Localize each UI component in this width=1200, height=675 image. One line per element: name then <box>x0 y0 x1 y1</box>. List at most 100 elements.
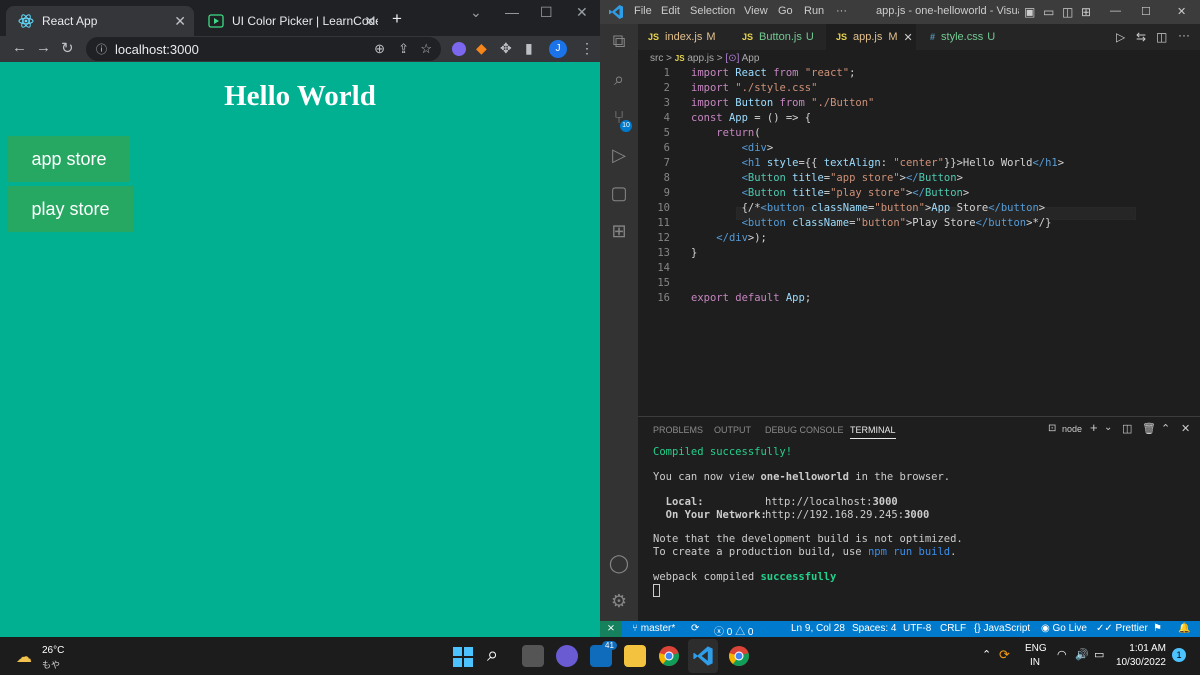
breadcrumb-symbol[interactable]: App <box>742 53 760 64</box>
teams-chat-icon[interactable] <box>556 645 578 667</box>
region-label[interactable]: IN <box>1030 657 1040 668</box>
tab-search-icon[interactable]: ⌄ <box>470 4 482 21</box>
tab-app-js[interactable]: JS app.js M ✕ <box>826 24 916 50</box>
extensions-icon[interactable]: ⊞ <box>608 220 630 242</box>
feedback-icon[interactable]: ⚑ <box>1153 623 1162 634</box>
browser-tab-react-app[interactable]: React App ✕ <box>6 6 194 36</box>
weather-icon[interactable]: ☁ <box>16 647 32 667</box>
search-icon[interactable]: ⌕ <box>487 644 498 667</box>
maximize-icon[interactable]: ☐ <box>540 4 553 21</box>
open-changes-icon[interactable]: ⇆ <box>1136 30 1146 44</box>
metamask-fox-icon[interactable]: ◆ <box>476 40 487 57</box>
language-label[interactable]: ENG <box>1025 643 1047 654</box>
code-line[interactable]: 6 <div> <box>638 142 1138 157</box>
sidebar-toggle-icon[interactable]: ◫ <box>1062 5 1073 19</box>
minimize-icon[interactable]: — <box>1110 5 1121 17</box>
start-windows-icon[interactable] <box>453 647 473 672</box>
breadcrumb-file[interactable]: app.js <box>687 53 714 64</box>
code-line[interactable]: 10 {/*<button className="button">App Sto… <box>638 202 1138 217</box>
search-icon[interactable]: ⌕ <box>608 68 630 90</box>
extension-icon[interactable] <box>452 42 466 56</box>
back-icon[interactable]: ← <box>12 39 27 56</box>
code-line[interactable]: 3 import Button from "./Button" <box>638 97 1138 112</box>
encoding[interactable]: UTF-8 <box>903 623 931 634</box>
menu-run[interactable]: Run <box>804 5 824 17</box>
split-editor-icon[interactable]: ◫ <box>1156 30 1167 44</box>
menu-go[interactable]: Go <box>778 5 793 17</box>
run-debug-icon[interactable]: ▷ <box>608 144 630 166</box>
menu-file[interactable]: File <box>634 5 652 17</box>
panel-tab-debug-console[interactable]: DEBUG CONSOLE <box>765 425 844 435</box>
code-editor[interactable]: 1 import React from "react"; 2 import "./st… <box>638 67 1200 407</box>
notification-badge[interactable]: 1 <box>1172 648 1186 662</box>
play-store-button[interactable]: play store <box>8 186 133 232</box>
code-line[interactable]: 9 <Button title="play store"></Button> <box>638 187 1138 202</box>
battery-icon[interactable]: ▭ <box>1094 648 1104 661</box>
terminal-name[interactable]: node <box>1062 424 1082 434</box>
split-terminal-icon[interactable]: ◫ <box>1122 422 1132 435</box>
chrome-icon[interactable] <box>658 645 680 672</box>
notifications-bell-icon[interactable]: 🔔 <box>1178 623 1190 634</box>
code-line[interactable]: 2 import "./style.css" <box>638 82 1138 97</box>
wifi-icon[interactable]: ◠ <box>1057 648 1067 661</box>
breadcrumb-folder[interactable]: src <box>650 53 663 64</box>
close-window-icon[interactable]: ✕ <box>576 4 588 21</box>
prettier[interactable]: ✓✓ Prettier <box>1096 623 1148 634</box>
tab-index-js[interactable]: JS index.js M <box>638 24 730 50</box>
accounts-icon[interactable]: ◯ <box>608 552 630 574</box>
panel-tab-output[interactable]: OUTPUT <box>714 425 751 435</box>
weather-temp[interactable]: 26°C <box>42 645 64 656</box>
maximize-panel-icon[interactable]: ⌃ <box>1161 422 1170 435</box>
tab-style-css[interactable]: # style.css U <box>920 24 1010 50</box>
indentation[interactable]: Spaces: 4 <box>852 623 896 634</box>
browser-menu-icon[interactable]: ⋮ <box>580 40 594 57</box>
minimize-icon[interactable]: — <box>505 4 519 20</box>
go-live[interactable]: ◉ Go Live <box>1041 623 1087 634</box>
code-line[interactable]: 5 return( <box>638 127 1138 142</box>
customize-layout-icon[interactable]: ⊞ <box>1081 5 1091 19</box>
side-panel-icon[interactable]: ▮ <box>525 40 533 57</box>
trash-icon[interactable]: 🗑 <box>1142 422 1156 435</box>
code-line[interactable]: 4 const App = () => { <box>638 112 1138 127</box>
close-window-icon[interactable]: ✕ <box>1177 5 1186 18</box>
forward-icon[interactable]: → <box>36 39 51 56</box>
onedrive-sync-icon[interactable]: ⟳ <box>999 647 1010 663</box>
explorer-icon[interactable]: ⧉ <box>608 30 630 52</box>
clock-date[interactable]: 10/30/2022 <box>1114 657 1166 668</box>
panel-tab-problems[interactable]: PROBLEMS <box>653 425 703 435</box>
address-bar[interactable]: ⓘ localhost:3000 ⊕ ⇪ ☆ <box>86 37 441 61</box>
panel-tab-terminal[interactable]: TERMINAL <box>850 425 896 439</box>
menu-selection[interactable]: Selection <box>690 5 735 17</box>
new-tab-icon[interactable]: + <box>392 9 402 29</box>
run-icon[interactable]: ▷ <box>1116 30 1125 44</box>
code-line[interactable]: 7 <h1 style={{ textAlign: "center"}}>Hel… <box>638 157 1138 172</box>
code-line[interactable]: 16 export default App; <box>638 292 1138 307</box>
code-line[interactable]: 14 <box>638 262 1138 277</box>
menu-edit[interactable]: Edit <box>661 5 680 17</box>
chevron-down-icon[interactable]: ⌄ <box>1104 422 1112 433</box>
remote-explorer-icon[interactable]: ▢ <box>608 182 630 204</box>
close-panel-icon[interactable]: ✕ <box>1181 422 1190 435</box>
problems-indicator[interactable]: ⓧ 0 △ 0 <box>714 623 753 638</box>
line-ending[interactable]: CRLF <box>940 623 966 634</box>
cursor-position[interactable]: Ln 9, Col 28 <box>791 623 845 634</box>
code-line[interactable]: 12 </div>); <box>638 232 1138 247</box>
menu-view[interactable]: View <box>744 5 768 17</box>
bookmark-star-icon[interactable]: ☆ <box>420 41 432 57</box>
profile-avatar[interactable]: J <box>549 40 567 58</box>
task-view-icon[interactable] <box>522 645 544 667</box>
close-icon[interactable]: ✕ <box>174 13 186 30</box>
code-line[interactable]: 8 <Button title="app store"></Button> <box>638 172 1138 187</box>
menu-more[interactable]: ··· <box>836 5 847 17</box>
chrome-profile-icon[interactable] <box>728 645 750 672</box>
info-icon[interactable]: ⓘ <box>96 41 107 57</box>
code-line[interactable]: 1 import React from "react"; <box>638 67 1138 82</box>
chevron-up-icon[interactable]: ⌃ <box>982 648 991 661</box>
settings-gear-icon[interactable]: ⚙ <box>608 590 630 612</box>
volume-icon[interactable]: 🔊 <box>1075 648 1089 661</box>
git-branch[interactable]: ⑂ master* <box>632 623 675 634</box>
maximize-icon[interactable]: ☐ <box>1141 5 1151 18</box>
new-terminal-icon[interactable]: + <box>1090 420 1098 435</box>
vscode-taskbar-icon[interactable] <box>692 645 714 672</box>
close-icon[interactable]: ✕ <box>364 13 376 30</box>
